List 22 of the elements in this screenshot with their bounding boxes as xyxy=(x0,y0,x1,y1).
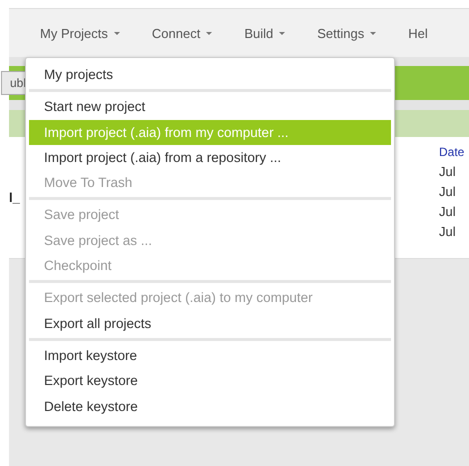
caret-icon xyxy=(206,32,212,34)
menu-item[interactable]: Export keystore xyxy=(29,368,391,394)
table-cell-text: Jul xyxy=(439,184,457,199)
menu-item[interactable]: Import keystore xyxy=(29,342,391,368)
menu-item[interactable]: Import project (.aia) from a repository ... xyxy=(29,144,391,170)
nav-menu-button[interactable]: Settings xyxy=(309,26,384,40)
menu-item[interactable]: My projects xyxy=(29,62,391,88)
table-cell-text: Jul xyxy=(439,164,457,179)
menu-item[interactable]: Export all projects xyxy=(29,310,391,336)
table-cell: l_ xyxy=(9,190,20,205)
column-header[interactable]: Date xyxy=(439,145,469,159)
nav-menu-button[interactable]: Connect xyxy=(144,26,220,40)
menu-item[interactable]: Start new project xyxy=(29,94,391,120)
caret-icon xyxy=(370,32,376,34)
caret-icon xyxy=(279,32,286,34)
table-cell-text: Jul xyxy=(439,204,457,219)
menu-item[interactable]: Delete keystore xyxy=(29,394,391,419)
nav-menu-button[interactable]: My Projects xyxy=(32,26,128,40)
table-cell-text: Jul xyxy=(439,224,457,239)
nav-menu-button[interactable]: Hel xyxy=(400,26,436,40)
nav-menu-button[interactable]: Build xyxy=(236,26,294,40)
caret-icon xyxy=(114,32,120,34)
